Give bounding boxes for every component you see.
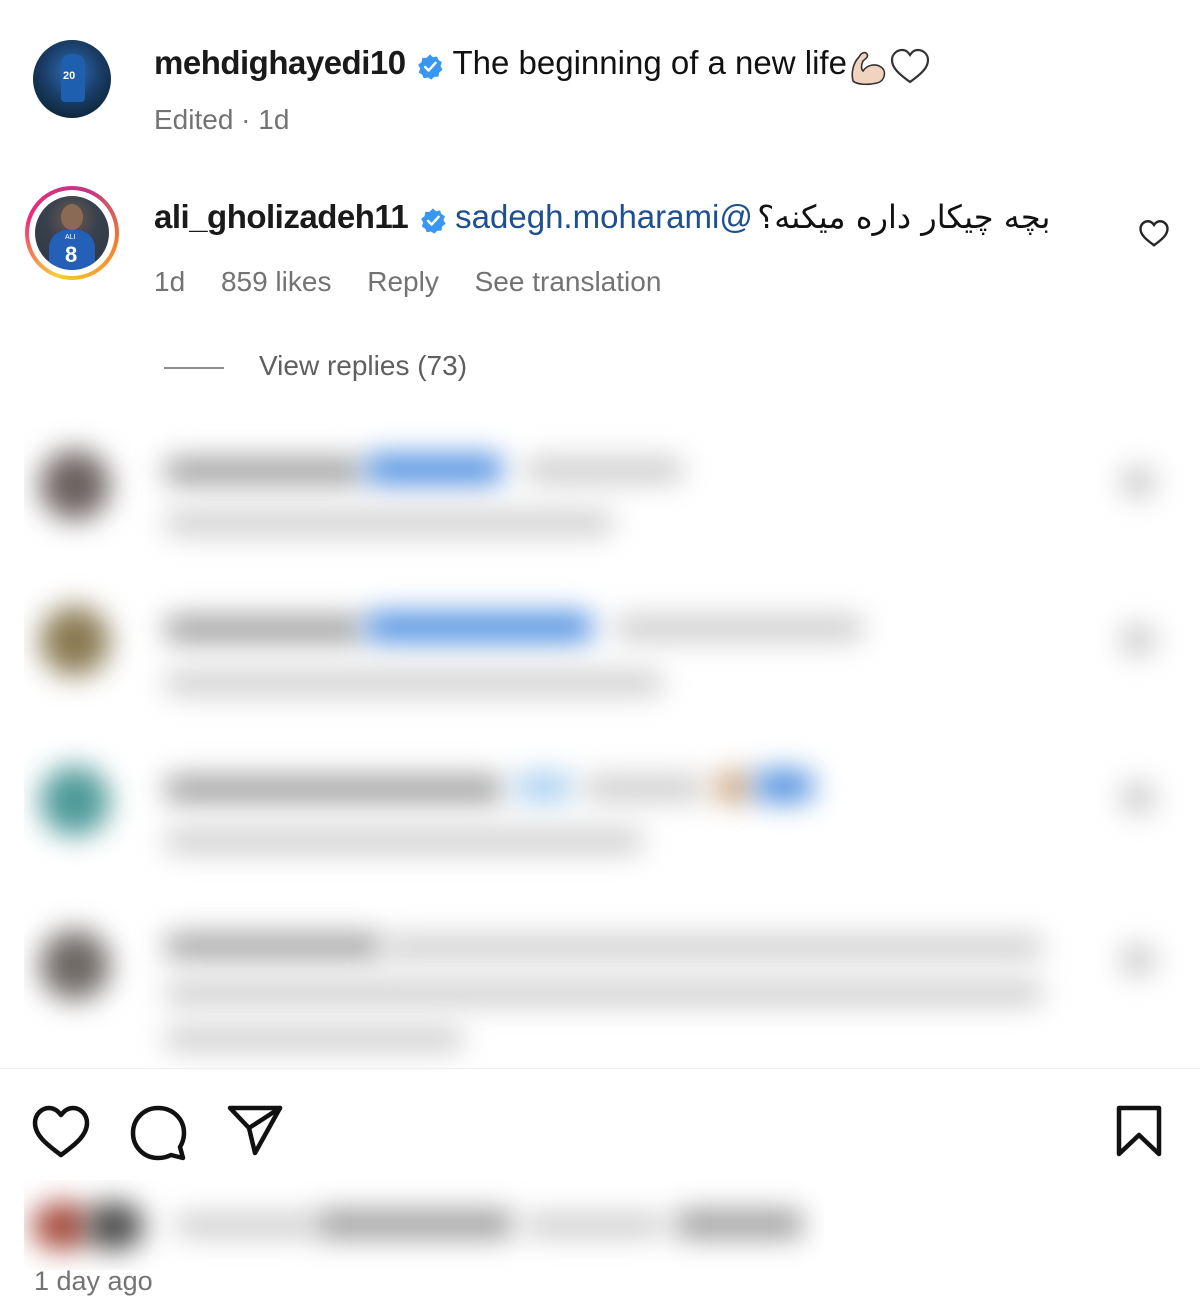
blurred-text bbox=[164, 672, 664, 694]
view-replies-button[interactable]: View replies (73) bbox=[259, 350, 467, 382]
blurred-heart bbox=[1120, 944, 1156, 976]
blurred-text bbox=[164, 512, 614, 534]
verified-badge-icon bbox=[418, 54, 443, 80]
blurred-emoji bbox=[514, 772, 574, 802]
post-caption-text: The beginning of a new life bbox=[452, 44, 847, 81]
blurred-heart bbox=[1120, 466, 1156, 498]
action-bar-divider bbox=[0, 1068, 1200, 1069]
blurred-mention bbox=[364, 612, 594, 642]
like-heart-icon[interactable] bbox=[31, 1105, 91, 1159]
avatar-jersey-number: 20 bbox=[63, 70, 76, 82]
comment-mention-link[interactable]: sadegh.moharami@ bbox=[455, 198, 753, 235]
avatar-head bbox=[61, 204, 83, 230]
flexed-biceps-emoji bbox=[851, 51, 886, 85]
blurred-mention bbox=[754, 770, 814, 802]
comment-line: ali_gholizadeh11 sadegh.moharami@ بچه چی… bbox=[154, 198, 1050, 238]
blurred-mention bbox=[364, 454, 504, 484]
see-translation-button[interactable]: See translation bbox=[475, 266, 662, 297]
comment-likes-count[interactable]: 859 likes bbox=[221, 266, 332, 297]
comment-author-username[interactable]: ali_gholizadeh11 bbox=[154, 198, 409, 235]
comment-bubble-icon[interactable] bbox=[129, 1104, 187, 1162]
white-heart-emoji bbox=[890, 48, 930, 84]
post-meta: Edited · 1d bbox=[154, 104, 290, 135]
share-send-icon[interactable] bbox=[227, 1104, 283, 1156]
post-author-avatar[interactable]: 20 bbox=[33, 40, 111, 118]
avatar-shirt-name: ALI bbox=[65, 234, 76, 241]
verified-badge-icon bbox=[420, 208, 446, 234]
blurred-text bbox=[584, 776, 704, 800]
blurred-avatar bbox=[32, 1202, 92, 1250]
blurred-text bbox=[164, 616, 364, 642]
blurred-text bbox=[164, 458, 364, 484]
replies-divider bbox=[164, 367, 224, 369]
blurred-emoji bbox=[714, 772, 754, 802]
blurred-comments-area bbox=[24, 410, 1200, 1070]
comment-text: بچه چیکار داره میکنه؟ bbox=[757, 198, 1051, 236]
comment-actions: 1d 859 likes Reply See translation bbox=[154, 266, 661, 298]
blurred-heart bbox=[1120, 624, 1156, 656]
reply-button[interactable]: Reply bbox=[367, 266, 439, 297]
blurred-text bbox=[164, 982, 1044, 1004]
blurred-text bbox=[614, 616, 864, 640]
blurred-text bbox=[524, 458, 684, 482]
blurred-text bbox=[164, 934, 384, 958]
blurred-text bbox=[164, 830, 644, 852]
blurred-avatar bbox=[84, 1202, 144, 1250]
comment-author-avatar[interactable]: ALI 8 bbox=[35, 196, 109, 270]
blurred-text bbox=[314, 1210, 514, 1238]
post-caption-line: mehdighayedi10 The beginning of a new li… bbox=[154, 44, 931, 90]
blurred-avatar bbox=[40, 450, 110, 520]
blurred-text bbox=[164, 1028, 464, 1050]
avatar-jersey-number: 8 bbox=[65, 242, 78, 267]
blurred-avatar bbox=[40, 930, 110, 1000]
comment-like-heart-icon[interactable] bbox=[1138, 219, 1170, 249]
blurred-avatar bbox=[40, 606, 110, 676]
blurred-text bbox=[674, 1210, 804, 1238]
blurred-heart bbox=[1120, 782, 1156, 814]
post-timestamp: 1 day ago bbox=[34, 1266, 153, 1296]
blurred-likes-area bbox=[24, 1180, 824, 1270]
blurred-text bbox=[524, 1214, 664, 1236]
blurred-text bbox=[164, 776, 504, 802]
blurred-text bbox=[174, 1214, 314, 1236]
blurred-text bbox=[384, 936, 1044, 958]
post-author-username[interactable]: mehdighayedi10 bbox=[154, 44, 406, 81]
comment-time: 1d bbox=[154, 266, 186, 297]
blurred-avatar bbox=[40, 766, 110, 836]
bookmark-save-icon[interactable] bbox=[1115, 1104, 1163, 1158]
